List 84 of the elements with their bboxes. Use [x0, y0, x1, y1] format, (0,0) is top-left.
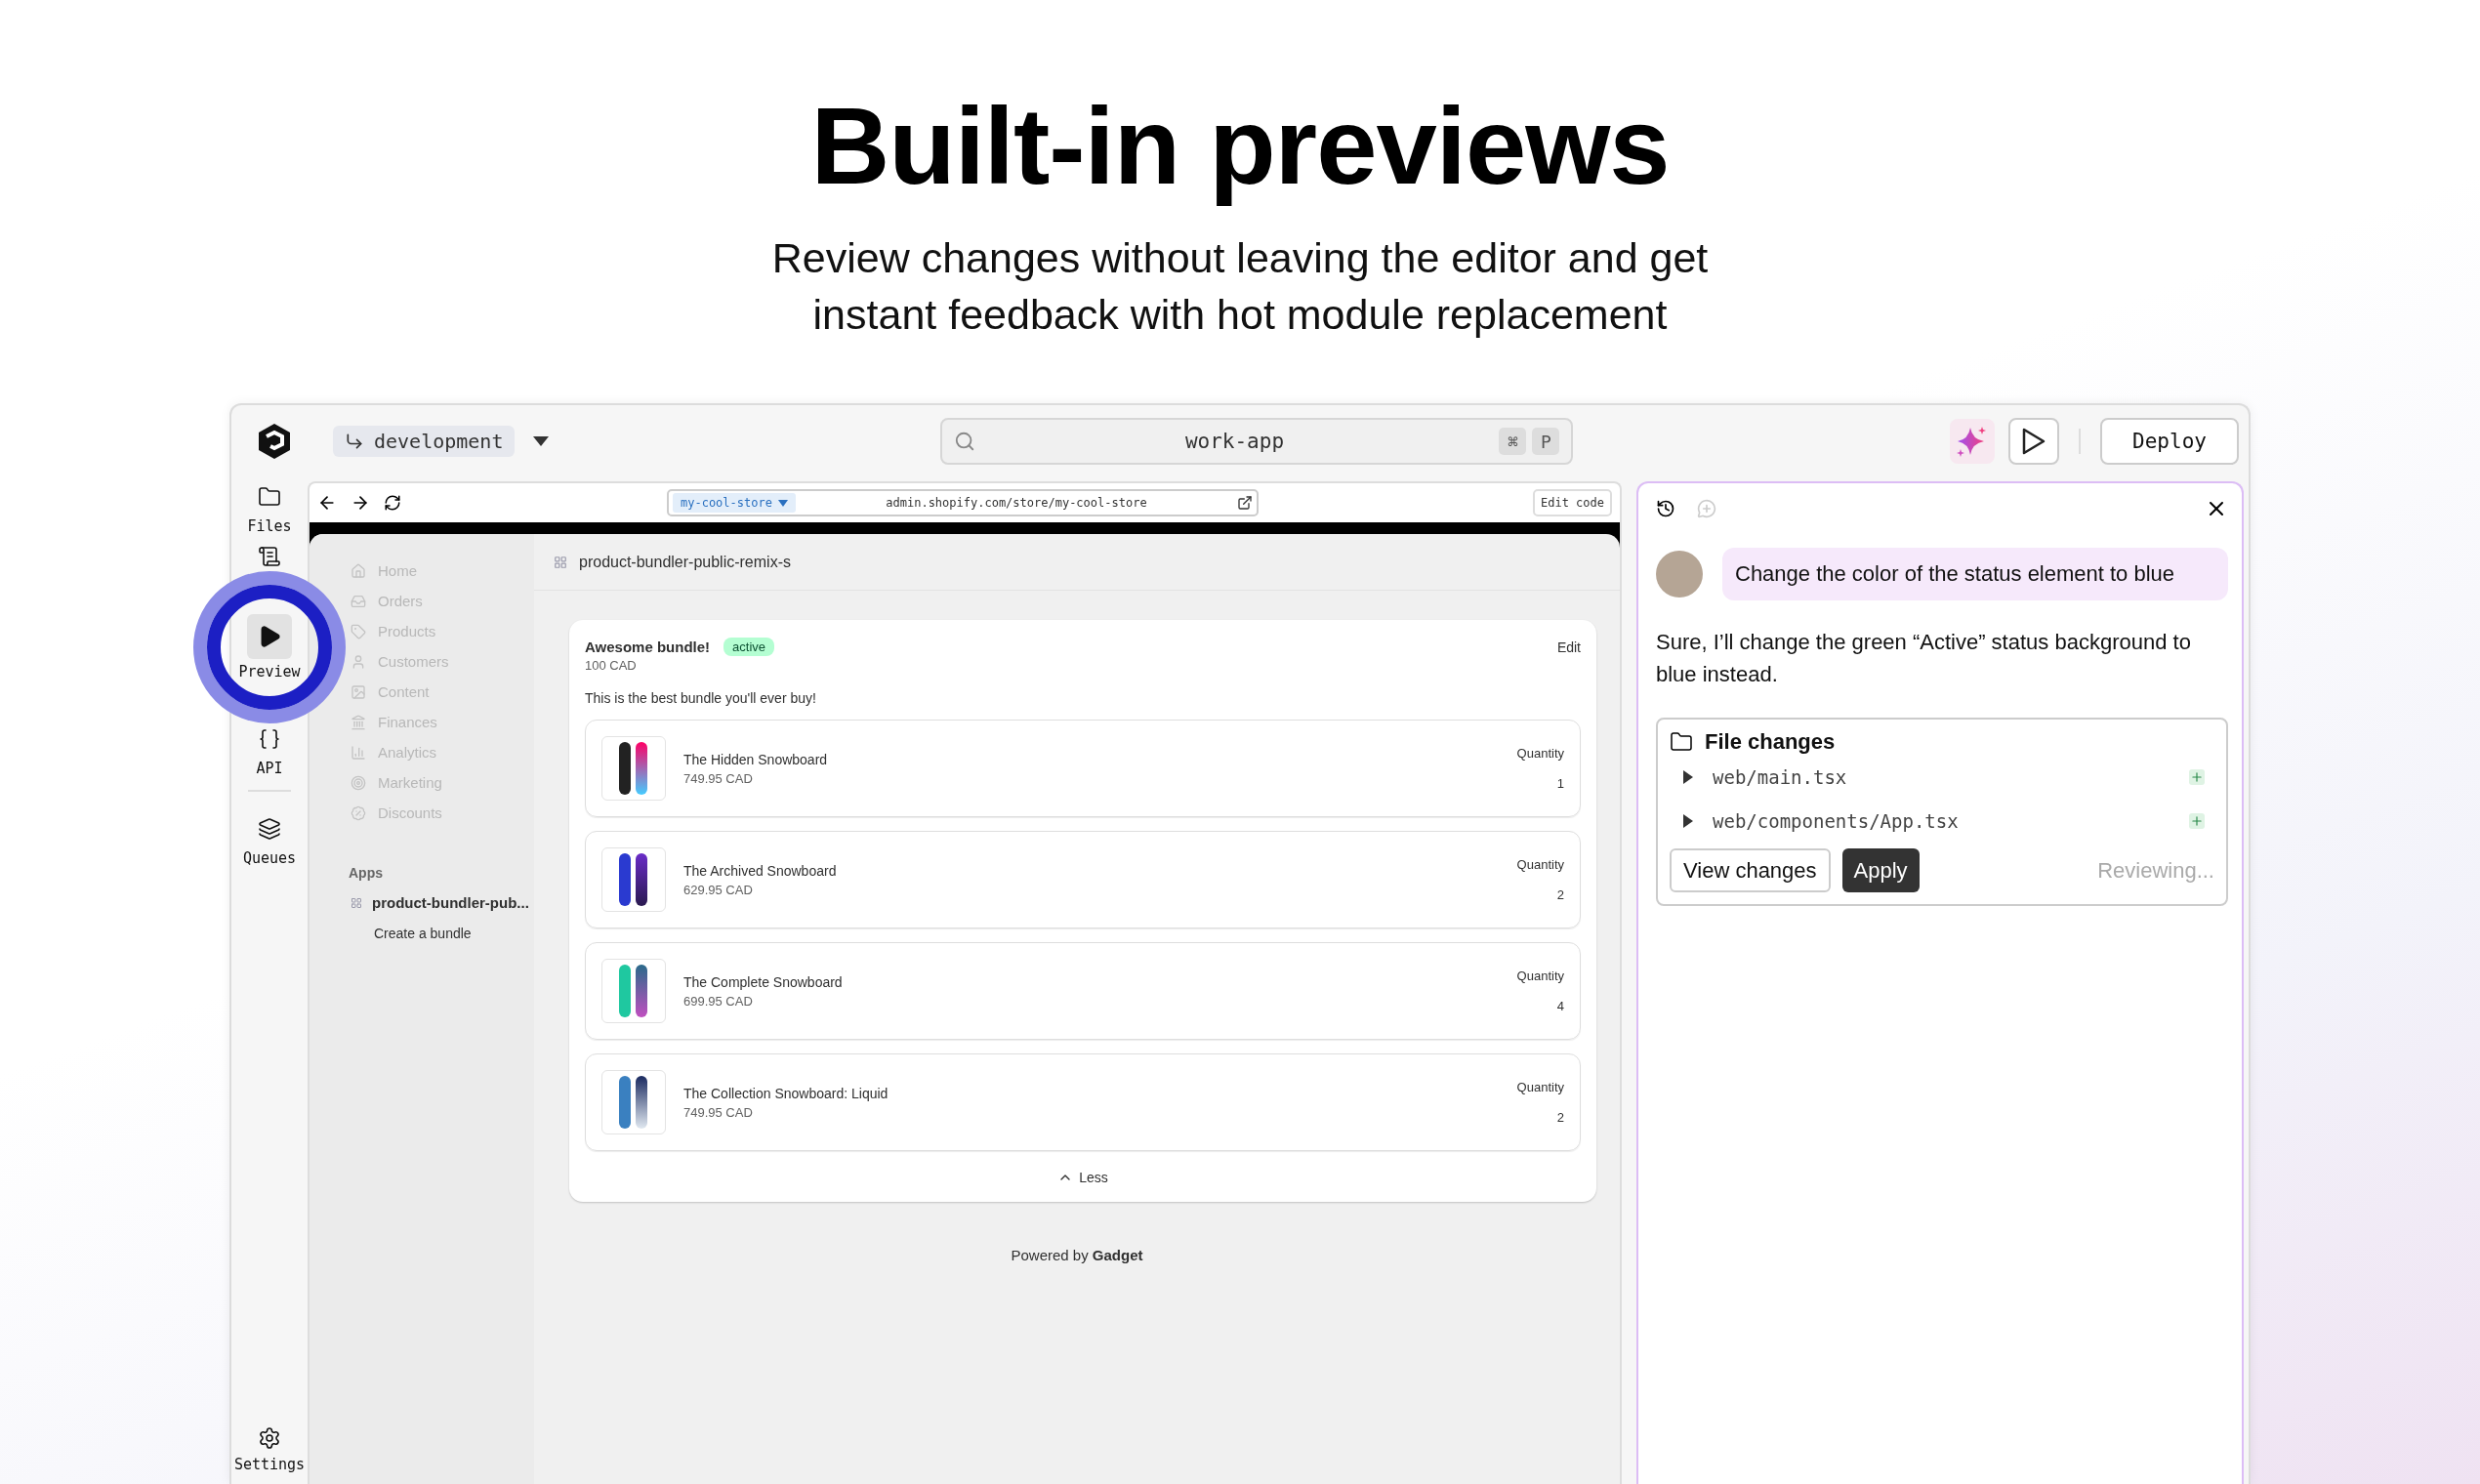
branch-icon — [345, 432, 364, 452]
new-chat-icon — [1697, 499, 1716, 519]
nav-icon — [351, 623, 366, 639]
user-message: Change the color of the status element to blue — [1722, 548, 2228, 601]
dropdown-caret-icon[interactable] — [532, 435, 551, 448]
url-field[interactable]: my-cool-store admin.shopify.com/store/my-cool-store — [667, 489, 1259, 517]
app-icon — [554, 555, 567, 569]
settings-item[interactable]: Settings — [234, 1416, 305, 1484]
search-text: work-app — [1183, 430, 1286, 454]
nav-icon — [351, 562, 366, 579]
branch-name: development — [374, 430, 504, 454]
product-price: 629.95 CAD — [683, 882, 754, 897]
sidebar-icon — [258, 545, 281, 569]
avatar — [1656, 551, 1703, 598]
product-name: The Hidden Snowboard — [683, 751, 828, 767]
quantity-value: 4 — [1556, 999, 1564, 1014]
sidebar-item[interactable]: Files — [234, 479, 305, 539]
quantity-label: Quantity — [1516, 746, 1564, 762]
nav-icon — [351, 653, 366, 670]
page-title: product-bundler-public-remix-s — [579, 553, 791, 571]
file-path[interactable]: web/components/App.tsx — [1713, 809, 1959, 832]
history-button[interactable] — [1656, 499, 1675, 519]
sidebar-item[interactable]: Queues — [234, 811, 305, 871]
file-path[interactable]: web/main.tsx — [1713, 765, 1847, 788]
bundle-price: 100 CAD — [585, 658, 638, 674]
file-changes-title: File changes — [1705, 729, 1836, 756]
deploy-button[interactable]: Deploy — [2100, 418, 2239, 466]
play-icon — [2021, 428, 2046, 456]
quantity-label: Quantity — [1516, 1080, 1564, 1095]
status-badge: active — [723, 638, 775, 657]
edit-link[interactable]: Edit — [1556, 639, 1581, 655]
less-button[interactable]: Less — [1052, 1169, 1114, 1187]
product-price: 749.95 CAD — [683, 1104, 754, 1120]
run-button[interactable] — [2008, 418, 2059, 466]
ai-assistant-button[interactable] — [1950, 419, 1995, 465]
assistant-reply: Sure, I’ll change the green “Active” status background to blue instead. — [1656, 629, 2192, 689]
nav-subitem[interactable]: Create a bundle — [351, 918, 534, 949]
section-heading: Apps — [349, 863, 384, 883]
view-changes-button[interactable]: View changes — [1670, 848, 1831, 893]
powered-by-text: Powered by Gadget — [1010, 1247, 1144, 1264]
bundle-name: Awesome bundle! — [585, 639, 711, 656]
caret-icon — [777, 499, 788, 507]
history-icon — [1656, 499, 1675, 519]
nav-icon — [351, 804, 366, 821]
status-text: Reviewing... — [2097, 857, 2214, 884]
search-field[interactable]: work-app ⌘ P — [940, 418, 1574, 466]
product-price: 699.95 CAD — [683, 993, 754, 1009]
nav-icon — [351, 714, 366, 730]
nav-icon — [351, 744, 366, 761]
product-name: The Archived Snowboard — [683, 862, 837, 879]
url-text: admin.shopify.com/store/my-cool-store — [885, 496, 1148, 511]
bundle-description: This is the best bundle you'll ever buy! — [585, 690, 817, 707]
refresh-icon[interactable] — [384, 494, 401, 513]
expand-arrow-icon[interactable] — [1683, 813, 1693, 828]
edit-code-button[interactable]: Edit code — [1532, 489, 1612, 517]
product-name: The Complete Snowboard — [683, 973, 843, 990]
product-name: The Collection Snowboard: Liquid — [683, 1085, 889, 1101]
app-nav-item[interactable]: product-bundler-pub... — [351, 887, 534, 919]
quantity-label: Quantity — [1516, 969, 1564, 984]
added-icon — [2189, 812, 2205, 829]
added-icon — [2189, 768, 2205, 785]
sidebar-icon — [258, 817, 281, 842]
nav-icon — [351, 774, 366, 791]
search-icon — [954, 431, 976, 453]
page-subheading: Review changes without leaving the editor and get instant feedback with hot module replacement — [770, 233, 1710, 341]
quantity-value: 2 — [1556, 1110, 1564, 1126]
external-link-icon[interactable] — [1237, 495, 1253, 512]
store-selector[interactable]: my-cool-store — [673, 493, 796, 514]
page-heading: Built-in previews — [810, 86, 1670, 207]
shortcut-key: ⌘ — [1499, 428, 1527, 456]
app-icon — [351, 896, 362, 909]
quantity-value: 1 — [1556, 776, 1564, 792]
quantity-value: 2 — [1556, 887, 1564, 903]
product-price: 749.95 CAD — [683, 770, 754, 786]
quantity-label: Quantity — [1516, 857, 1564, 873]
branch-selector[interactable]: development — [333, 426, 516, 458]
settings-icon — [258, 1426, 281, 1450]
nav-icon — [351, 683, 366, 700]
sidebar-icon — [258, 727, 281, 752]
apply-button[interactable]: Apply — [1841, 848, 1920, 893]
shortcut-key: P — [1532, 428, 1560, 456]
nav-icon — [351, 593, 366, 609]
sidebar-item[interactable]: API — [234, 721, 305, 781]
expand-arrow-icon[interactable] — [1683, 769, 1693, 784]
